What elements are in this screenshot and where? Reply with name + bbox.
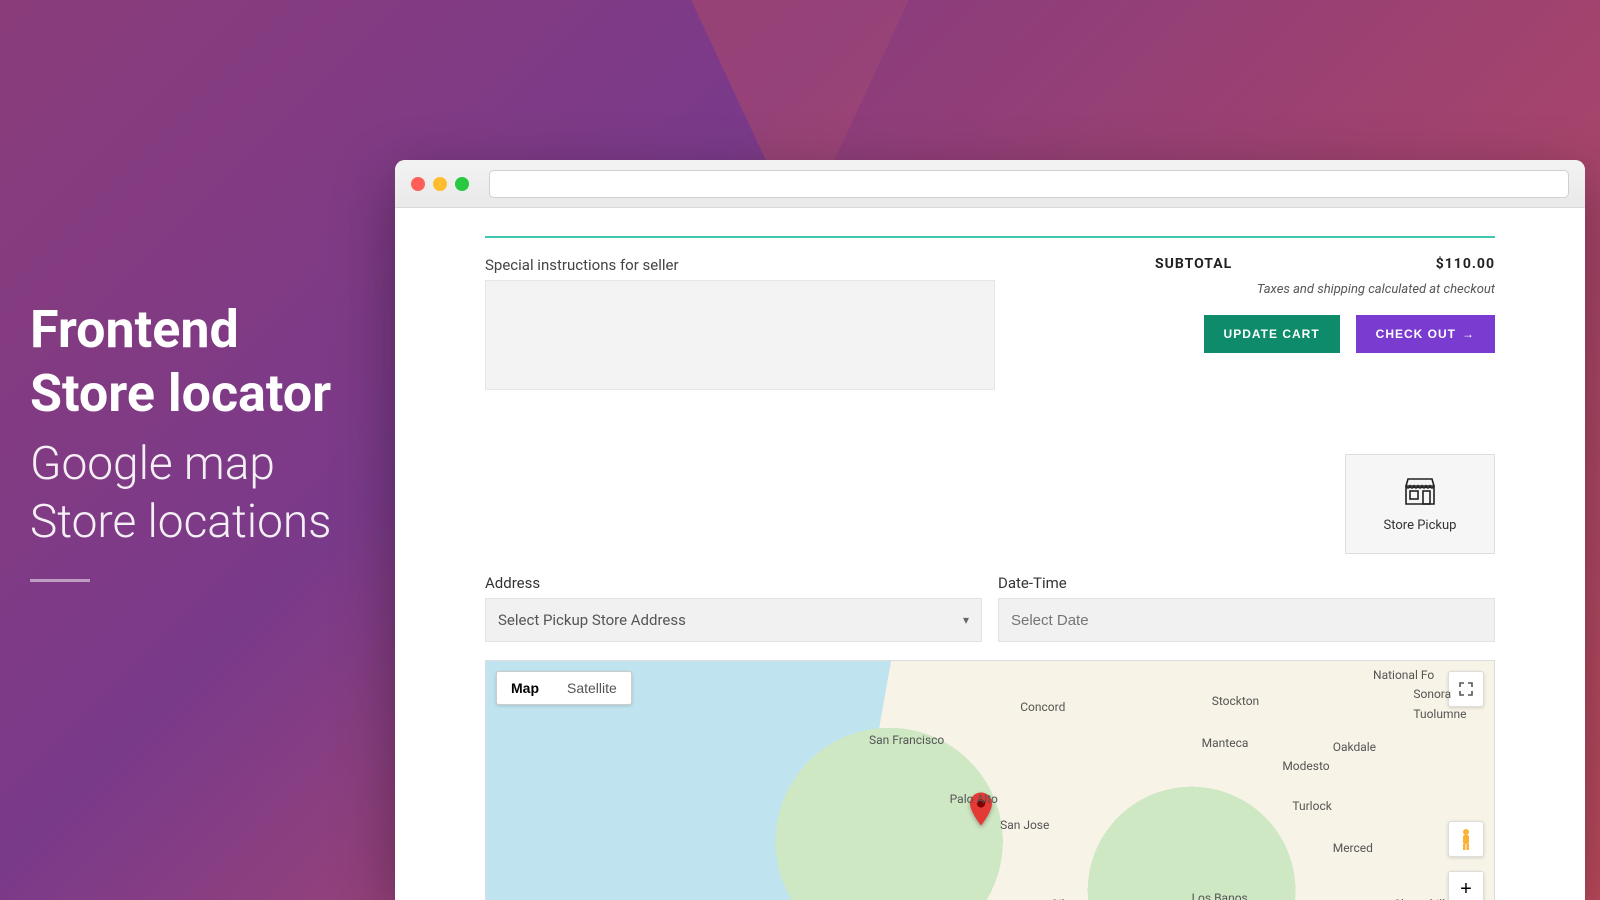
- totals-block: SUBTOTAL $110.00 Taxes and shipping calc…: [1155, 256, 1495, 394]
- promo-divider: [30, 579, 90, 582]
- city-oakdale: Oakdale: [1333, 740, 1376, 754]
- promo-title-2: Store locator: [30, 364, 332, 424]
- city-stockton: Stockton: [1212, 694, 1259, 708]
- promo-sub-1: Google map: [30, 438, 332, 491]
- promo-text: Frontend Store locator Google map Store …: [30, 300, 332, 582]
- instructions-textarea[interactable]: [485, 280, 995, 390]
- city-palo-alto: Palo Alto: [950, 792, 998, 806]
- address-select[interactable]: Select Pickup Store Address ▾: [485, 598, 982, 642]
- window-close-icon[interactable]: [411, 177, 425, 191]
- map-tab-map[interactable]: Map: [497, 672, 553, 704]
- instructions-label: Special instructions for seller: [485, 256, 995, 274]
- city-sonora: Sonora: [1413, 687, 1451, 701]
- date-input[interactable]: [1011, 612, 1482, 629]
- subtotal-value: $110.00: [1436, 256, 1495, 272]
- fullscreen-button[interactable]: [1448, 671, 1484, 707]
- store-icon: [1403, 476, 1437, 510]
- store-pickup-label: Store Pickup: [1384, 518, 1457, 533]
- address-label: Address: [485, 574, 982, 592]
- label-national-forest: National Fo: [1373, 668, 1434, 682]
- page-content: Special instructions for seller SUBTOTAL…: [395, 208, 1585, 900]
- city-san-jose: San Jose: [1000, 818, 1049, 832]
- map-tab-satellite[interactable]: Satellite: [553, 672, 631, 704]
- checkout-label: CHECK OUT: [1376, 327, 1456, 341]
- window-maximize-icon[interactable]: [455, 177, 469, 191]
- city-los-banos: Los Banos: [1192, 891, 1248, 900]
- checkout-button[interactable]: CHECK OUT →: [1356, 315, 1495, 353]
- promo-sub-2: Store locations: [30, 496, 332, 549]
- url-bar[interactable]: [489, 170, 1569, 198]
- pegman-icon[interactable]: [1448, 821, 1484, 857]
- date-input-wrapper[interactable]: [998, 598, 1495, 642]
- window-minimize-icon[interactable]: [433, 177, 447, 191]
- browser-window: Special instructions for seller SUBTOTAL…: [395, 160, 1585, 900]
- city-merced: Merced: [1333, 841, 1373, 855]
- city-tuolumne: Tuolumne: [1413, 707, 1466, 721]
- instructions-block: Special instructions for seller: [485, 256, 995, 394]
- promo-title-1: Frontend: [30, 300, 332, 360]
- city-manteca: Manteca: [1202, 736, 1249, 750]
- city-modesto: Modesto: [1282, 759, 1329, 773]
- browser-titlebar: [395, 160, 1585, 208]
- zoom-controls: + −: [1448, 871, 1484, 900]
- store-pickup-card[interactable]: Store Pickup: [1345, 454, 1495, 554]
- update-cart-button[interactable]: UPDATE CART: [1204, 315, 1340, 353]
- datetime-label: Date-Time: [998, 574, 1495, 592]
- arrow-right-icon: →: [1462, 327, 1475, 341]
- city-concord: Concord: [1020, 700, 1065, 714]
- datetime-field: Date-Time: [998, 574, 1495, 642]
- city-san-francisco: San Francisco: [869, 733, 944, 747]
- map-type-toggle: Map Satellite: [496, 671, 632, 705]
- address-select-placeholder: Select Pickup Store Address: [498, 611, 686, 629]
- subtotal-label: SUBTOTAL: [1155, 256, 1232, 272]
- address-field: Address Select Pickup Store Address ▾: [485, 574, 982, 642]
- chevron-down-icon: ▾: [963, 613, 969, 627]
- zoom-in-button[interactable]: +: [1449, 872, 1483, 900]
- city-turlock: Turlock: [1292, 799, 1331, 813]
- section-divider: [485, 236, 1495, 238]
- map[interactable]: Map Satellite +: [485, 660, 1495, 900]
- tax-note: Taxes and shipping calculated at checkou…: [1155, 282, 1495, 297]
